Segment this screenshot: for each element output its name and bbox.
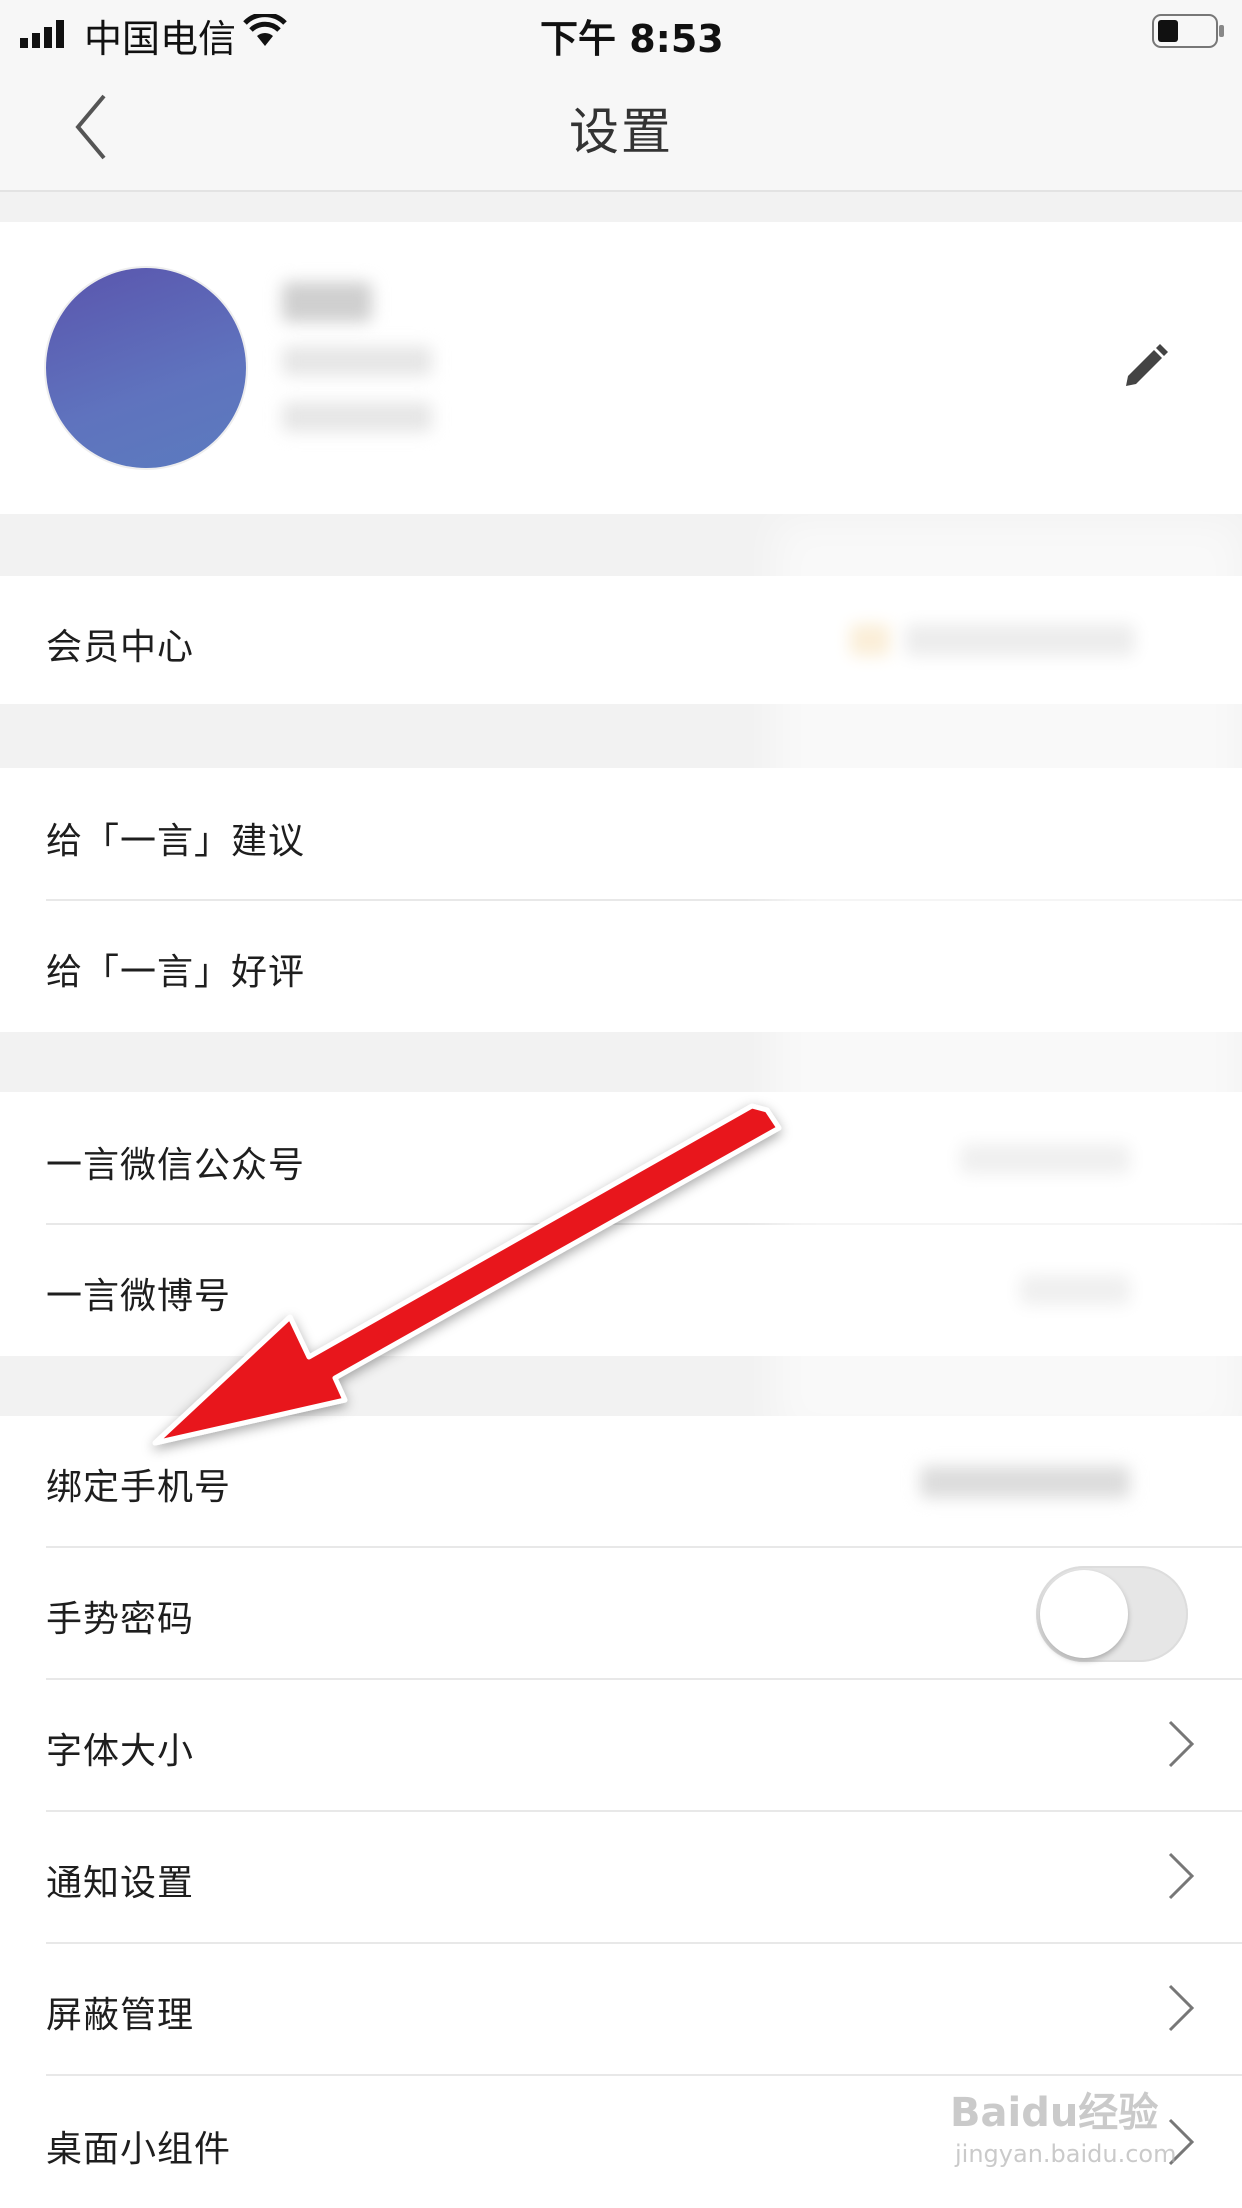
watermark-url: jingyan.baidu.com <box>955 2140 1177 2168</box>
watermark-logo: Baidu经验 <box>950 2090 1159 2136</box>
red-arrow-icon <box>152 1103 782 1446</box>
